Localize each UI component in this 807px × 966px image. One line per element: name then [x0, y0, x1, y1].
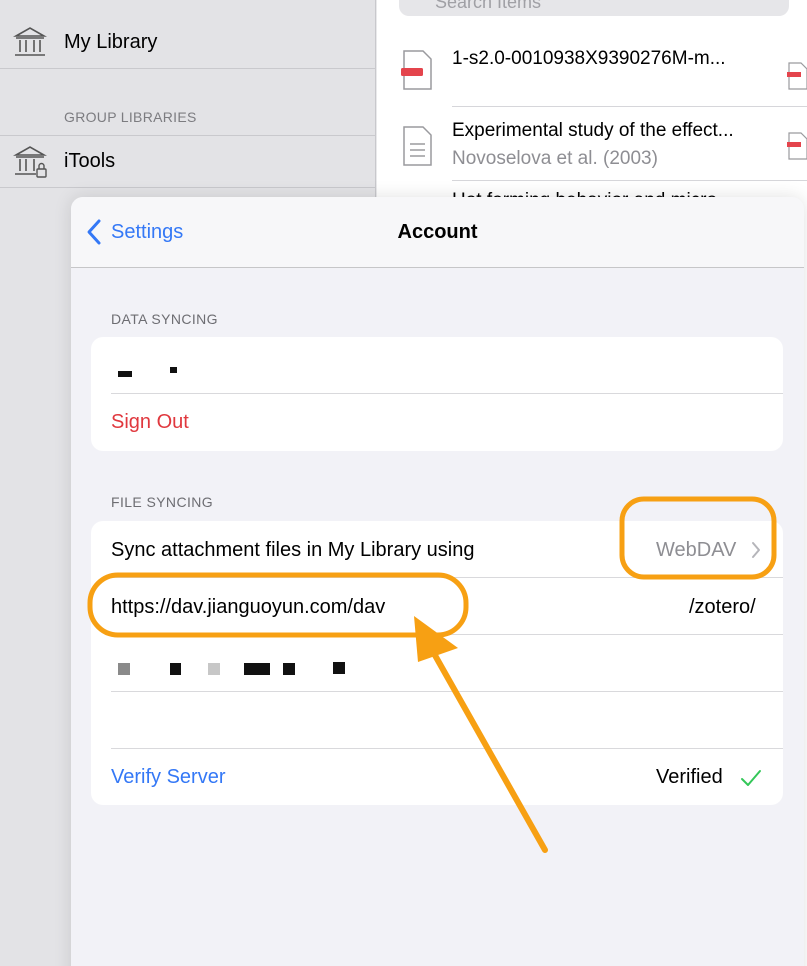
item-title: Experimental study of the effect...	[452, 120, 734, 141]
sidebar-item-my-library[interactable]: My Library	[0, 16, 376, 68]
document-icon	[403, 126, 432, 166]
file-syncing-group: Sync attachment files in My Library usin…	[91, 521, 783, 805]
group-libraries-header: GROUP LIBRARIES	[64, 109, 197, 125]
checkmark-icon	[741, 770, 761, 786]
item-title: 1-s2.0-0010938X9390276M-m...	[452, 48, 726, 69]
redacted-text	[118, 663, 130, 675]
username-field[interactable]	[91, 635, 783, 692]
redacted-username	[170, 367, 177, 373]
webdav-url-field[interactable]: https://dav.jianguoyun.com/dav /zotero/	[91, 578, 783, 635]
library-icon	[12, 27, 48, 56]
verify-status: Verified	[656, 766, 723, 788]
redacted-text	[244, 663, 270, 675]
sidebar-item-label: iTools	[64, 149, 116, 172]
search-input[interactable]: Search Items	[399, 0, 789, 16]
sync-method-value: WebDAV	[656, 539, 737, 561]
file-syncing-header: FILE SYNCING	[111, 494, 214, 510]
attachment-status-icon	[787, 62, 807, 90]
sync-method-label: Sync attachment files in My Library usin…	[111, 539, 475, 561]
redacted-text	[333, 662, 345, 674]
sync-method-cell[interactable]: Sync attachment files in My Library usin…	[91, 521, 783, 578]
verify-server-button[interactable]: Verify Server Verified	[91, 749, 783, 805]
data-syncing-group: Sign Out	[91, 337, 783, 451]
webdav-path-value: /zotero/	[689, 596, 756, 618]
page-title: Account	[397, 221, 478, 243]
redacted-text	[208, 663, 220, 675]
divider	[452, 180, 807, 181]
sign-out-label: Sign Out	[111, 411, 189, 433]
account-username-cell	[91, 337, 783, 394]
webdav-url-value: https://dav.jianguoyun.com/dav	[111, 596, 386, 618]
navigation-bar: Settings Account	[71, 197, 804, 268]
data-syncing-header: DATA SYNCING	[111, 311, 218, 327]
redacted-username	[118, 371, 132, 377]
divider	[0, 187, 376, 188]
divider	[0, 68, 376, 69]
divider	[452, 106, 807, 107]
sign-out-button[interactable]: Sign Out	[91, 394, 783, 451]
search-placeholder: Search Items	[435, 0, 542, 12]
attachment-status-icon	[787, 132, 807, 160]
redacted-text	[170, 663, 181, 675]
chevron-right-icon	[752, 542, 760, 558]
redacted-text	[283, 663, 295, 675]
account-sheet: Settings Account DATA SYNCING Sign Out F…	[71, 197, 804, 966]
verify-server-label: Verify Server	[111, 766, 226, 788]
item-subtitle: Novoselova et al. (2003)	[452, 148, 658, 169]
group-library-icon	[12, 146, 48, 178]
sidebar-item-itools[interactable]: iTools	[0, 135, 376, 187]
pdf-document-icon	[401, 50, 432, 90]
sidebar-item-label: My Library	[64, 30, 158, 53]
password-field[interactable]	[91, 692, 783, 749]
